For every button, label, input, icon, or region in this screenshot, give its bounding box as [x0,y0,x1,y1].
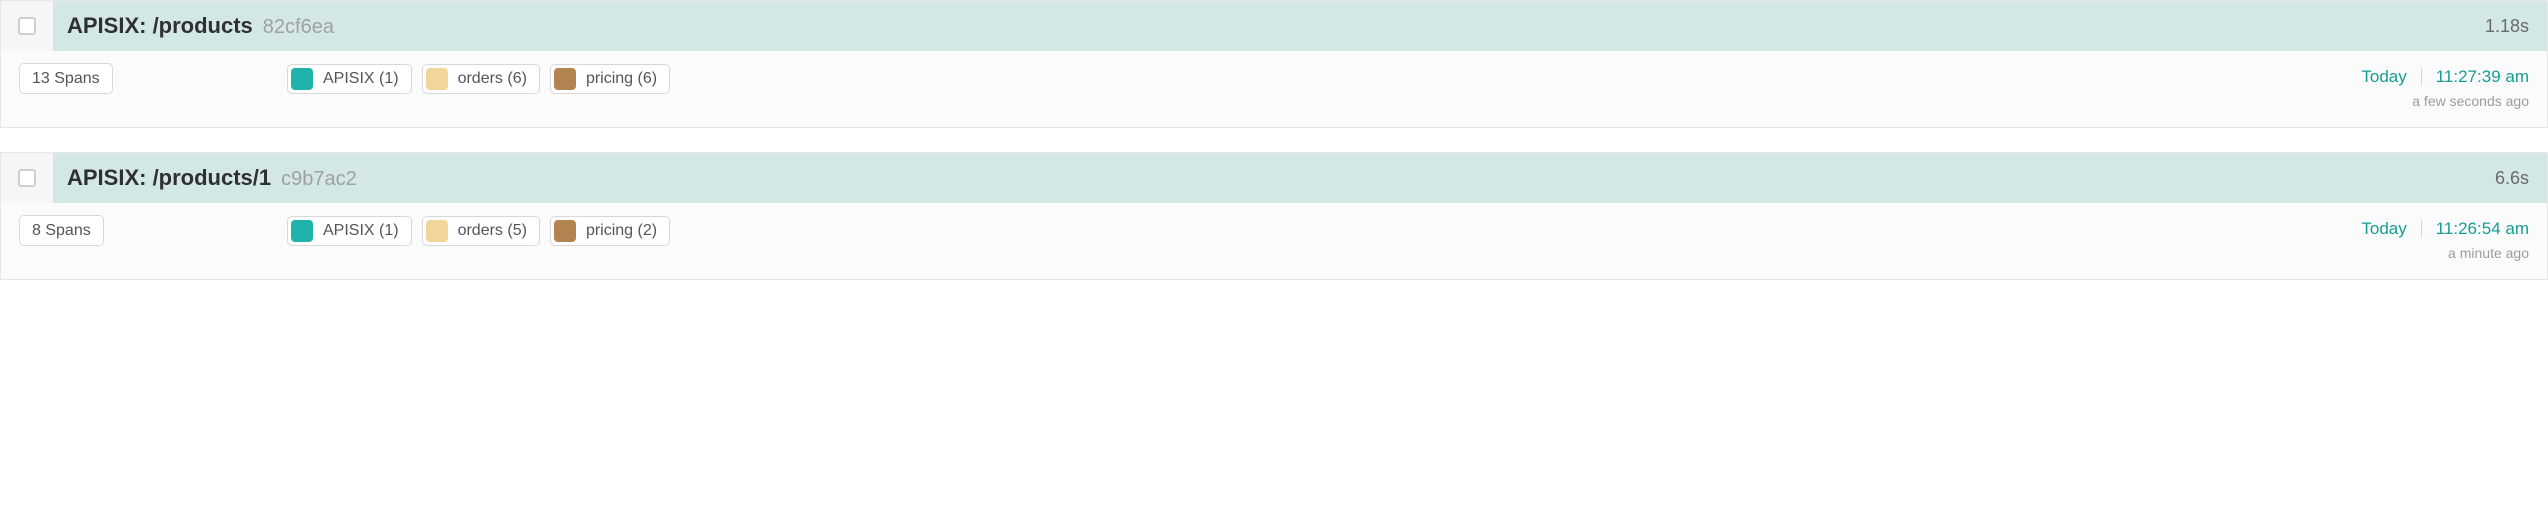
trace-duration: 1.18s [2473,16,2547,37]
service-label: APISIX (1) [323,69,399,88]
service-label: pricing (6) [586,69,657,88]
trace-duration: 6.6s [2483,168,2547,189]
service-color-swatch [554,68,576,90]
separator-icon [2421,68,2422,86]
trace-title[interactable]: APISIX: /products/1 [67,165,271,191]
trace-header-main: APISIX: /products/1 c9b7ac2 [53,153,2483,203]
service-pill[interactable]: pricing (2) [550,216,670,246]
trace-item[interactable]: APISIX: /products 82cf6ea 1.18s 13 Spans API… [0,0,2548,128]
service-pill[interactable]: orders (5) [422,216,540,246]
trace-id: c9b7ac2 [281,168,357,191]
time-day: Today [2361,67,2406,87]
service-color-swatch [426,68,448,90]
service-color-swatch [426,220,448,242]
time-day: Today [2361,219,2406,239]
service-color-swatch [291,68,313,90]
trace-body: 13 Spans APISIX (1) orders (6) pricing (6) T… [1,51,2547,127]
trace-time-block: Today 11:26:54 am a minute ago [2361,215,2529,261]
trace-header[interactable]: APISIX: /products 82cf6ea 1.18s [1,1,2547,51]
service-pill[interactable]: pricing (6) [550,64,670,94]
service-label: orders (5) [458,221,527,240]
service-pill[interactable]: APISIX (1) [287,64,412,94]
time-ago: a minute ago [2448,245,2529,261]
service-label: pricing (2) [586,221,657,240]
checkbox-wrap [1,153,53,203]
trace-body: 8 Spans APISIX (1) orders (5) pricing (2) To… [1,203,2547,279]
checkbox-wrap [1,1,53,51]
service-color-swatch [291,220,313,242]
time-ago: a few seconds ago [2412,93,2529,109]
trace-checkbox[interactable] [18,17,36,35]
spans-count-pill[interactable]: 13 Spans [19,63,113,94]
service-pill[interactable]: orders (6) [422,64,540,94]
time-row: Today 11:26:54 am [2361,219,2529,239]
time-clock: 11:26:54 am [2436,219,2529,239]
spans-count-pill[interactable]: 8 Spans [19,215,104,246]
time-row: Today 11:27:39 am [2361,67,2529,87]
trace-checkbox[interactable] [18,169,36,187]
trace-item[interactable]: APISIX: /products/1 c9b7ac2 6.6s 8 Spans API… [0,152,2548,280]
spans-column: 8 Spans [19,215,277,246]
service-pill[interactable]: APISIX (1) [287,216,412,246]
service-label: orders (6) [458,69,527,88]
trace-body-left: 13 Spans APISIX (1) orders (6) pricing (6) [19,63,2361,94]
service-color-swatch [554,220,576,242]
trace-title[interactable]: APISIX: /products [67,13,253,39]
spans-column: 13 Spans [19,63,277,94]
trace-body-left: 8 Spans APISIX (1) orders (5) pricing (2) [19,215,2361,246]
trace-header-main: APISIX: /products 82cf6ea [53,1,2473,51]
separator-icon [2421,220,2422,238]
service-label: APISIX (1) [323,221,399,240]
trace-header[interactable]: APISIX: /products/1 c9b7ac2 6.6s [1,153,2547,203]
trace-list: APISIX: /products 82cf6ea 1.18s 13 Spans API… [0,0,2548,280]
trace-id: 82cf6ea [263,16,334,39]
trace-time-block: Today 11:27:39 am a few seconds ago [2361,63,2529,109]
time-clock: 11:27:39 am [2436,67,2529,87]
